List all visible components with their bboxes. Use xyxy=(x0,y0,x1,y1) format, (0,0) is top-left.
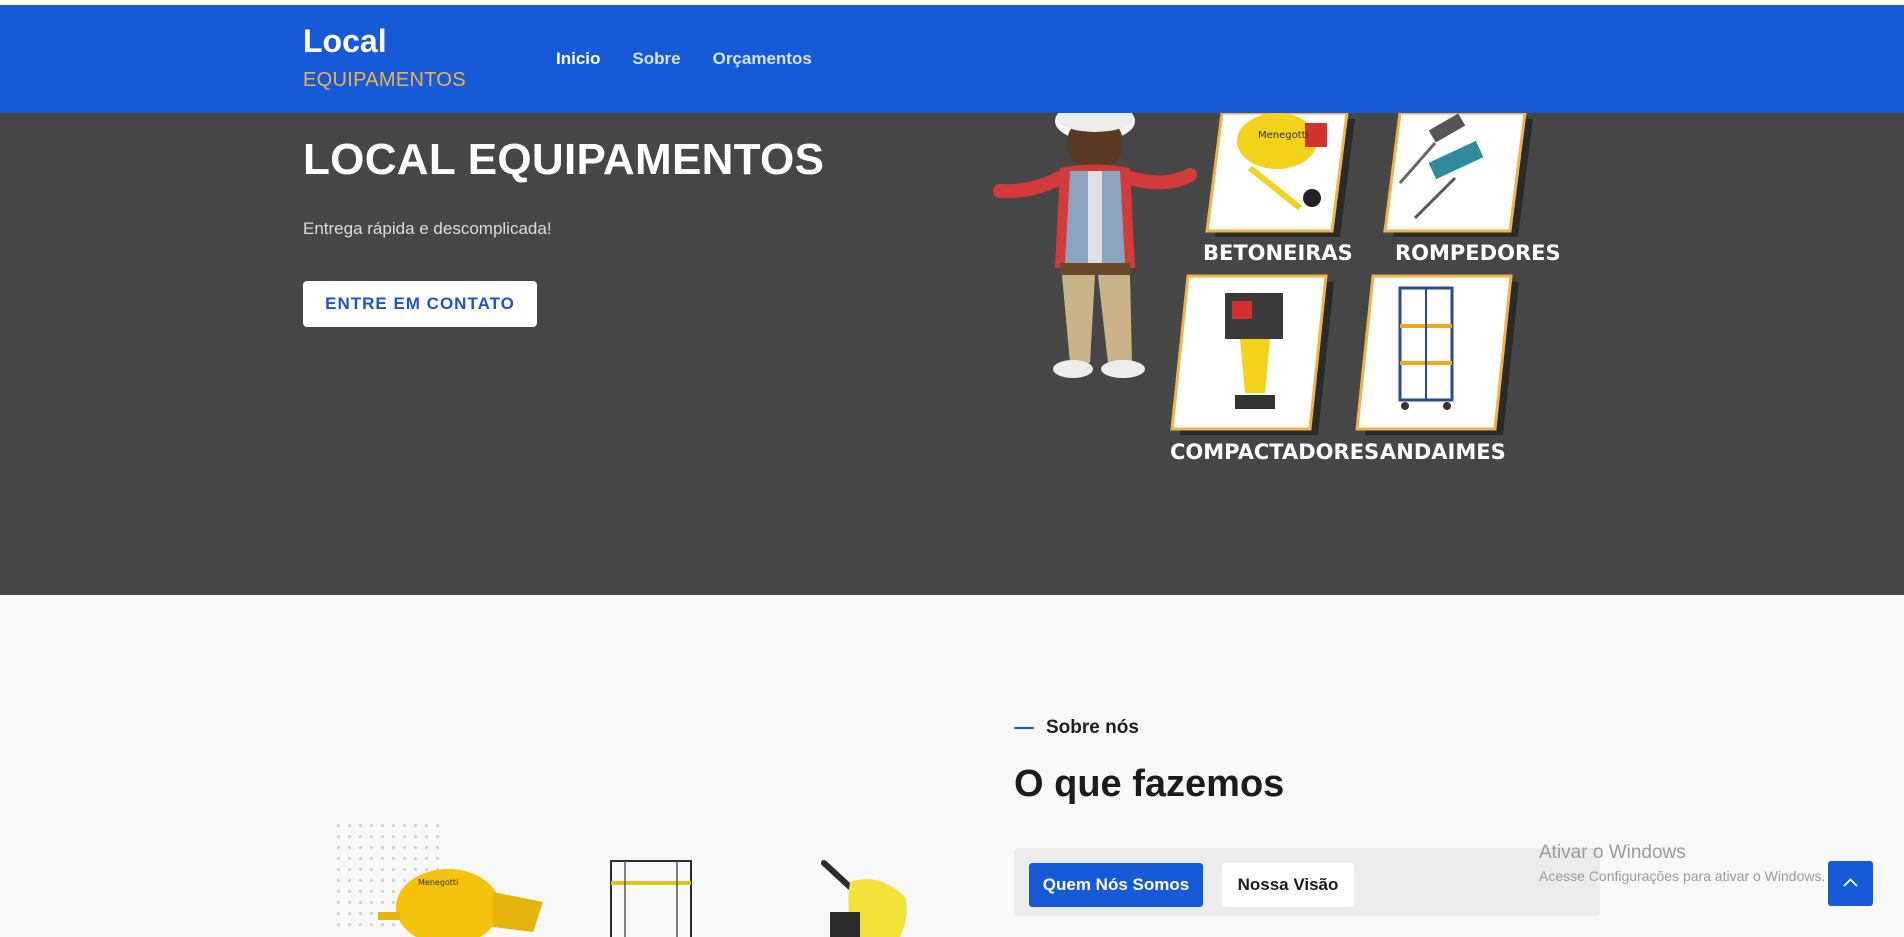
windows-activation-watermark: Ativar o Windows Acesse Configurações pa… xyxy=(1539,842,1825,884)
tab-nossa-visao[interactable]: Nossa Visão xyxy=(1222,863,1354,907)
brand-subtitle: EQUIPAMENTOS xyxy=(303,69,466,91)
main-nav: Inicio Sobre Orçamentos xyxy=(556,49,812,69)
kicker-line xyxy=(1014,727,1034,729)
card-compactadores xyxy=(1170,274,1334,435)
card-label-rompedores: ROMPEDORES xyxy=(1395,241,1561,265)
brand-title: Local xyxy=(303,23,387,59)
chevron-up-icon xyxy=(1843,878,1858,887)
kicker-text: Sobre nós xyxy=(1046,717,1139,738)
nav-link-orcamentos[interactable]: Orçamentos xyxy=(713,49,812,69)
hero-equipment-banner: Menegotti BETONEIRAS ROMPEDORES COMPACTA… xyxy=(993,113,1561,464)
scaffold-image xyxy=(610,860,692,937)
mixer-product-brand-text: Menegotti xyxy=(418,878,458,887)
watermark-line-2: Acesse Configurações para ativar o Windo… xyxy=(1539,868,1826,884)
back-to-top-button[interactable] xyxy=(1828,861,1873,906)
about-tabs: Quem Nós Somos Nossa Visão xyxy=(1014,848,1600,916)
mixer-brand-text: Menegotti xyxy=(1258,130,1308,141)
nav-link-sobre[interactable]: Sobre xyxy=(632,49,680,69)
contact-button[interactable]: ENTRE EM CONTATO xyxy=(303,281,537,327)
card-andaimes xyxy=(1355,274,1519,435)
hero-subtitle: Entrega rápida e descomplicada! xyxy=(303,219,552,238)
about-title: O que fazemos xyxy=(1014,763,1285,805)
hero-title: LOCAL EQUIPAMENTOS xyxy=(303,135,825,184)
card-label-compactadores: COMPACTADORES xyxy=(1170,440,1379,464)
navbar: Local EQUIPAMENTOS Inicio Sobre Orçament… xyxy=(0,5,1904,113)
tab-quem-nos-somos[interactable]: Quem Nós Somos xyxy=(1029,863,1203,907)
about-section: Menegotti Sobre nós O que fazemos Quem N… xyxy=(0,595,1904,937)
jackhammer-image xyxy=(821,860,907,937)
concrete-mixer-image: Menegotti xyxy=(378,869,543,937)
card-betoneiras: Menegotti xyxy=(1205,113,1355,237)
card-label-andaimes: ANDAIMES xyxy=(1380,440,1506,464)
brand-logo[interactable]: Local EQUIPAMENTOS xyxy=(303,25,466,92)
card-rompedores xyxy=(1383,113,1533,237)
section-kicker: Sobre nós xyxy=(1014,717,1139,739)
hero-section: LOCAL EQUIPAMENTOS Entrega rápida e desc… xyxy=(0,113,1904,595)
nav-link-inicio[interactable]: Inicio xyxy=(556,49,600,69)
card-label-betoneiras: BETONEIRAS xyxy=(1203,241,1353,265)
watermark-line-1: Ativar o Windows xyxy=(1539,842,1686,863)
worker-mascot-image xyxy=(993,113,1197,378)
